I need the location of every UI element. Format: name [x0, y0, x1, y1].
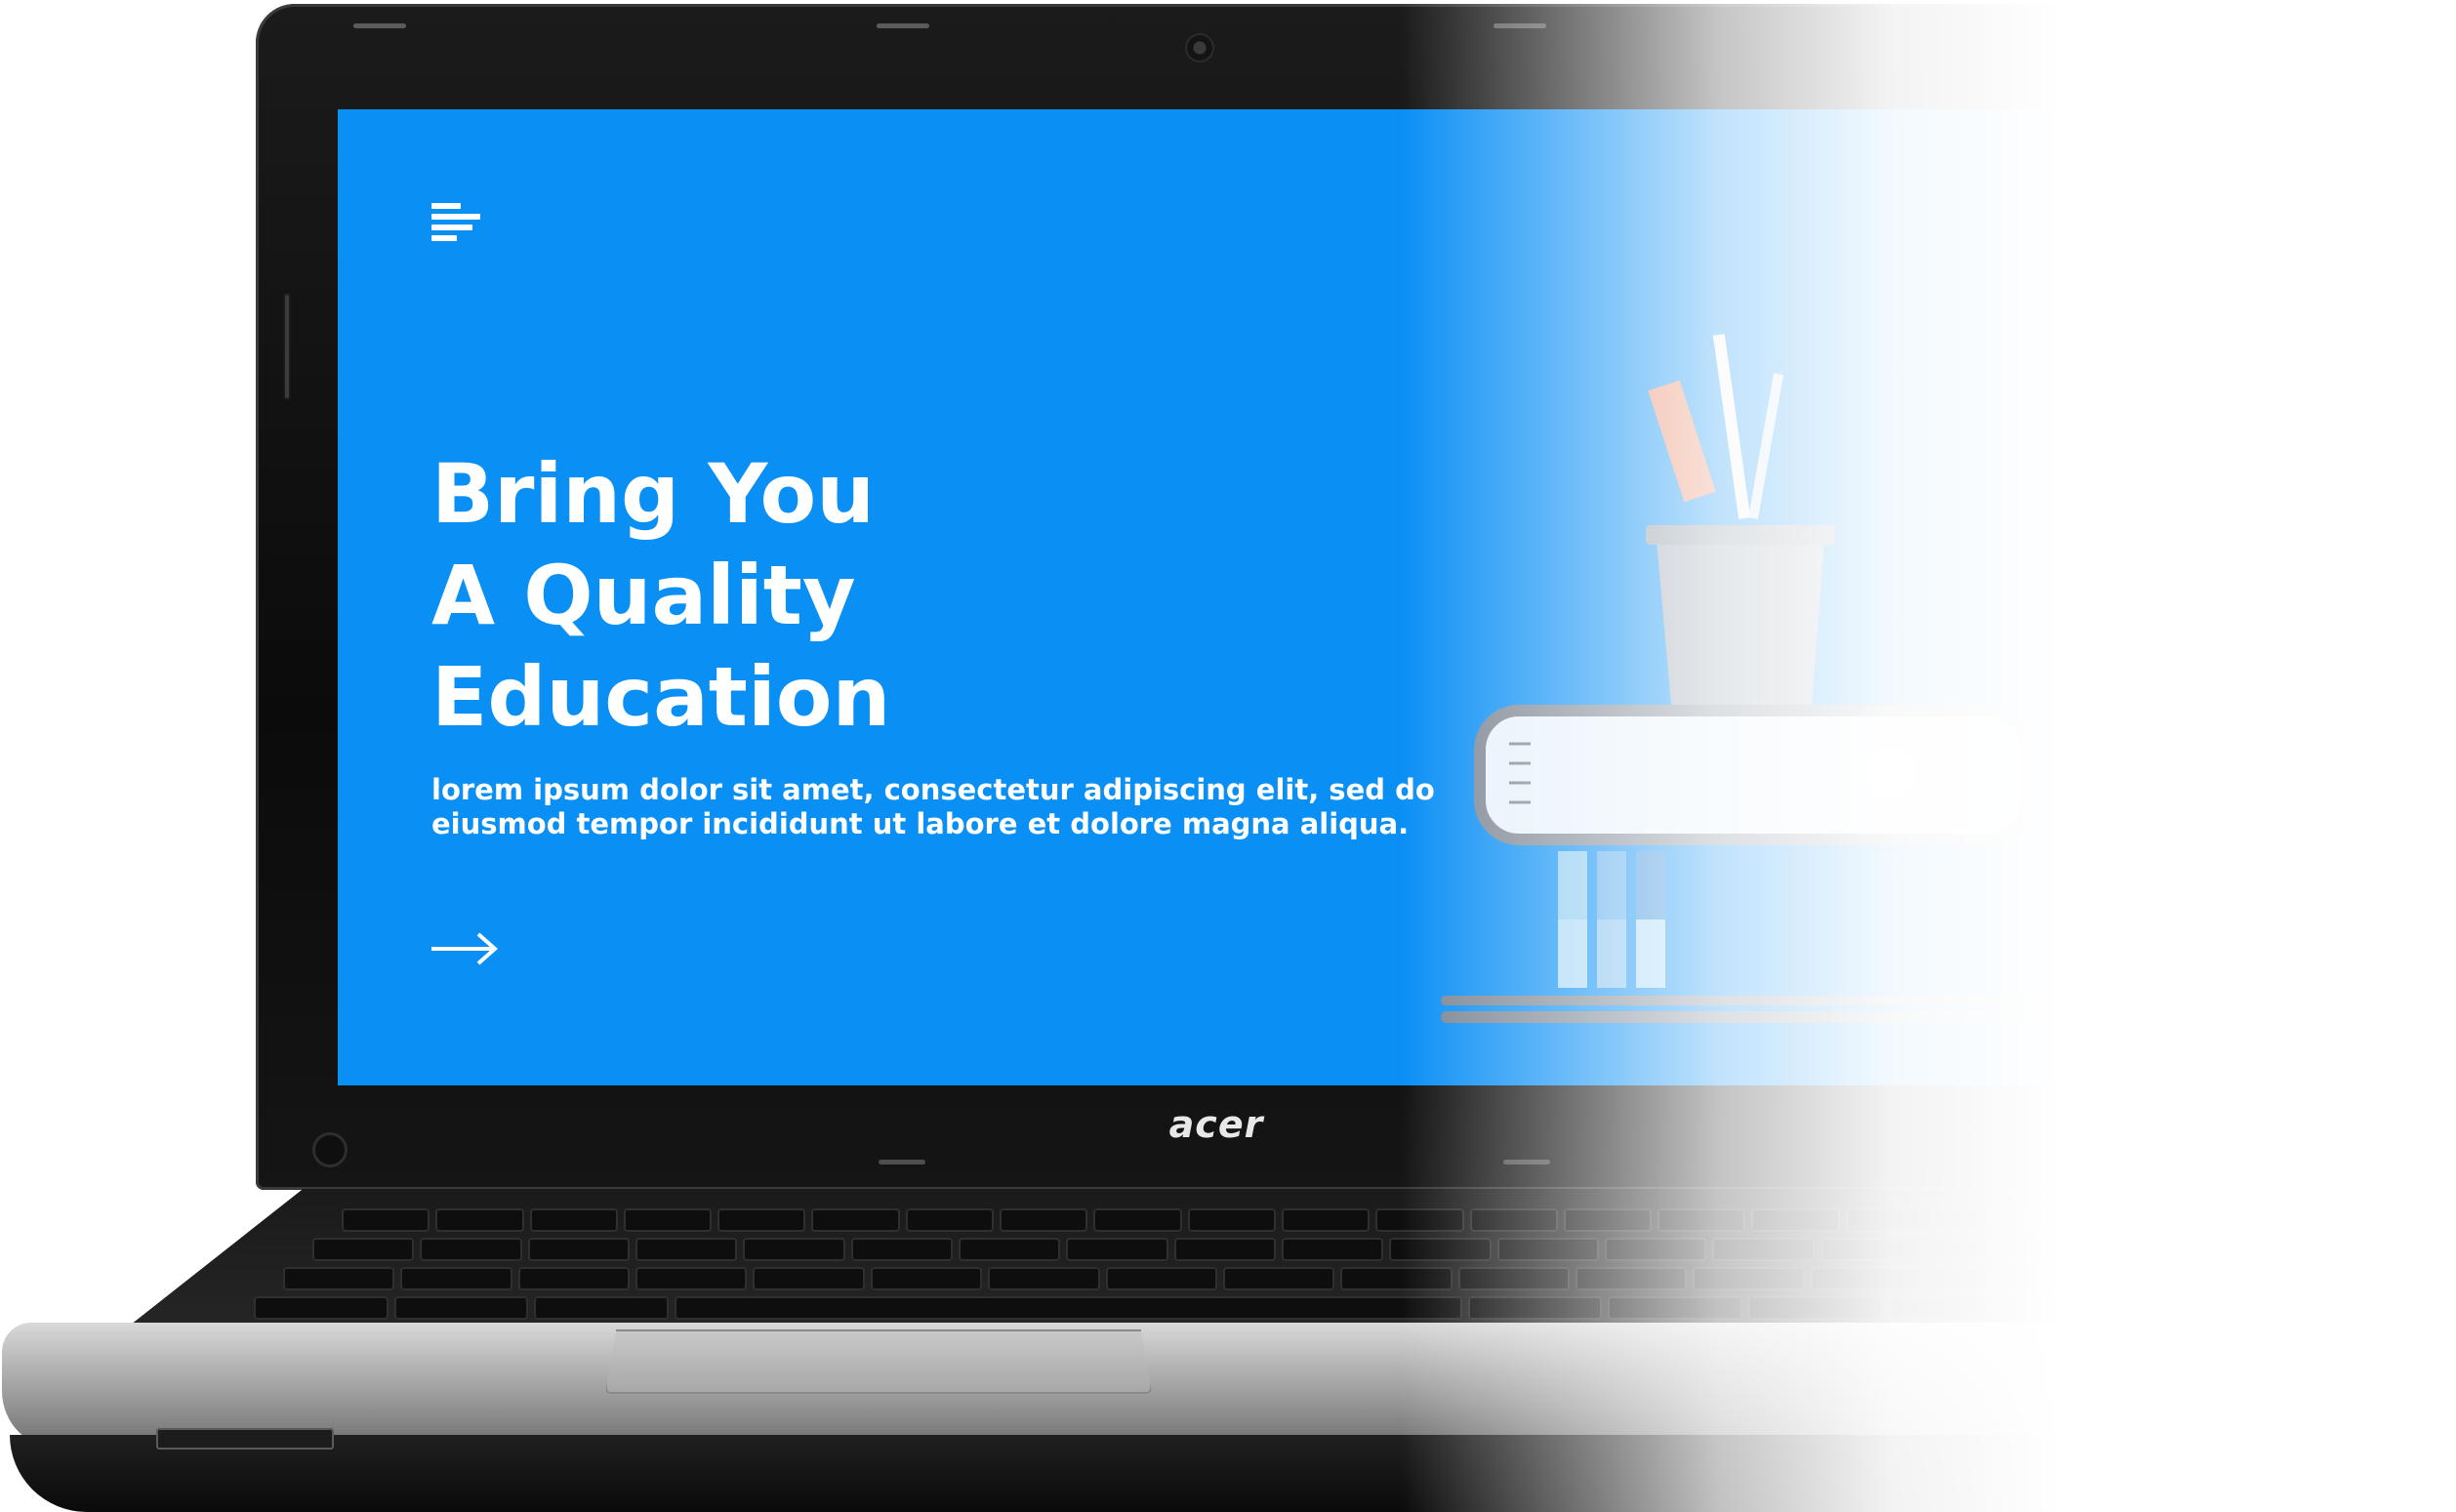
touchpad	[605, 1329, 1152, 1394]
laptop-screen: Bring You A Quality Education lorem ipsu…	[338, 109, 2089, 1085]
lid-bumper	[877, 23, 929, 28]
key-row	[312, 1238, 2245, 1261]
hero-headline: Bring You A Quality Education	[431, 443, 1310, 748]
laptop-mockup: acer Bring You A Quality Education lorem…	[0, 0, 2456, 1512]
pencil-cup-shape	[1656, 529, 1825, 705]
key-row	[254, 1296, 2305, 1320]
description-line: lorem ipsum dolor sit amet, consectetur …	[431, 773, 1435, 806]
brand-logo: acer	[1168, 1103, 1264, 1146]
book-top-shape	[1474, 705, 2032, 845]
hero-description: lorem ipsum dolor sit amet, consectetur …	[431, 773, 1456, 841]
books-and-pencil-cup-icon	[1441, 334, 2066, 1005]
laptop-base-edge	[10, 1435, 2450, 1512]
bezel-bumper	[1503, 1160, 1550, 1165]
bezel-bumper	[879, 1160, 925, 1165]
shelf-line-shape	[1441, 996, 2066, 1005]
bezel-slot	[283, 293, 291, 400]
laptop-palmrest	[2, 1323, 2452, 1450]
card-slot	[156, 1428, 334, 1450]
shelf-line-shape	[1441, 1011, 2066, 1023]
arrow-right-icon[interactable]	[430, 929, 500, 968]
key-row	[283, 1267, 2275, 1290]
webcam-icon	[1185, 33, 1214, 62]
hinge-indicator	[312, 1132, 348, 1167]
description-line: eiusmod tempor incididunt ut labore et d…	[431, 807, 1410, 840]
pencil-shape	[1748, 373, 1783, 519]
headline-line: A Quality	[431, 548, 856, 643]
hamburger-menu-icon[interactable]	[431, 203, 480, 241]
headline-line: Education	[431, 649, 891, 745]
headline-line: Bring You	[431, 446, 876, 542]
key-row	[342, 1208, 2216, 1232]
keyboard-deck	[117, 1189, 2440, 1335]
lid-bumper	[1494, 23, 1546, 28]
ruler-shape	[1648, 380, 1716, 503]
lid-bumper	[353, 23, 406, 28]
pencil-shape	[1712, 334, 1751, 519]
